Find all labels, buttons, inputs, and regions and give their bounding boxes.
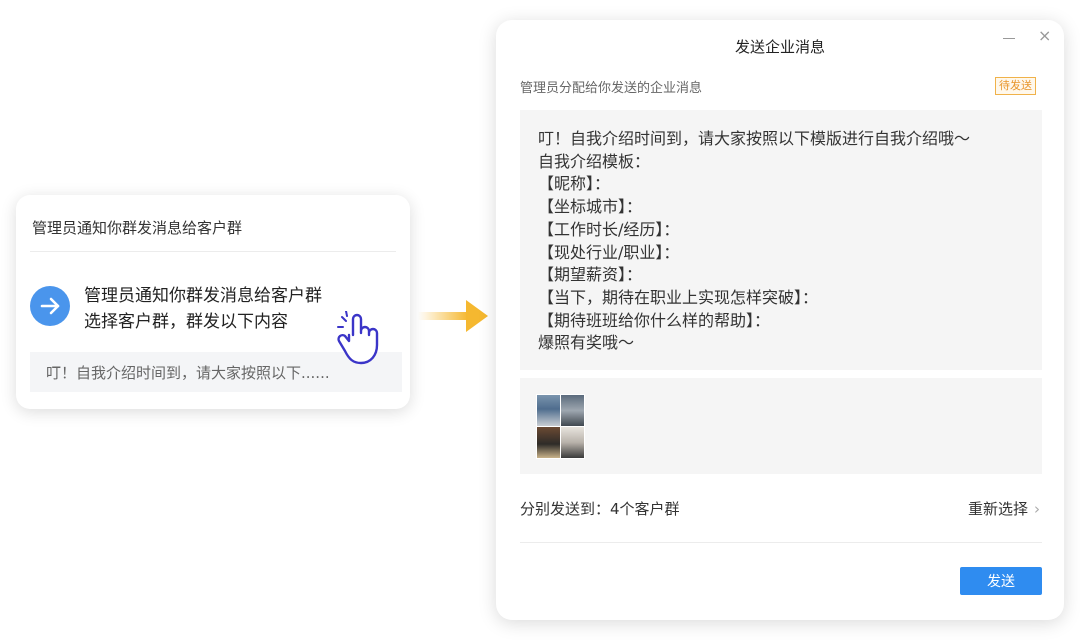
hand-pointer-icon [337, 311, 379, 365]
close-icon[interactable]: × [1038, 28, 1051, 44]
dialog-subtitle: 管理员分配给你发送的企业消息 [520, 81, 703, 96]
notification-divider [30, 251, 396, 252]
send-to-label: 分别发送到：4个客户群 [520, 500, 680, 518]
chevron-right-icon: › [1034, 500, 1040, 518]
reselect-label: 重新选择 [967, 500, 1028, 518]
status-badge: 待发送 [995, 77, 1036, 95]
thumbnail-photo [536, 394, 561, 427]
thumbnail-photo [560, 426, 585, 459]
send-button[interactable]: 发送 [960, 567, 1042, 595]
notification-header: 管理员通知你群发消息给客户群 [32, 219, 243, 237]
message-lines: 叮！自我介绍时间到，请大家按照以下模版进行自我介绍哦～ 自我介绍模板： 【昵称】… [538, 128, 970, 355]
notification-preview-text: 叮！自我介绍时间到，请大家按照以下...... [46, 364, 330, 382]
reselect-button[interactable]: 重新选择 › [968, 498, 1040, 519]
message-line: 【期望薪资】： [538, 265, 643, 285]
message-line: 【昵称】： [538, 174, 611, 194]
footer-divider [520, 542, 1042, 543]
message-line: 【工作时长/经历】： [538, 219, 680, 239]
message-line: 【坐标城市】： [538, 197, 643, 217]
message-content-box: 叮！自我介绍时间到，请大家按照以下模版进行自我介绍哦～ 自我介绍模板： 【昵称】… [520, 110, 1042, 370]
message-line: 爆照有奖哦～ [538, 333, 635, 353]
message-line: 叮！自我介绍时间到，请大家按照以下模版进行自我介绍哦～ [538, 129, 971, 148]
send-message-dialog: 发送企业消息 × 管理员分配给你发送的企业消息 待发送 叮！自我介绍时间到，请大… [496, 20, 1064, 620]
thumbnail-photo [560, 394, 585, 427]
notification-title: 管理员通知你群发消息给客户群 [84, 286, 322, 306]
thumbnail-photo [536, 426, 561, 459]
arrow-right-icon [30, 286, 70, 326]
message-line: 【现处行业/职业】： [538, 242, 680, 262]
message-line: 自我介绍模板： [538, 151, 651, 171]
message-line: 【期待班班给你什么样的帮助】： [538, 310, 771, 330]
minimize-icon[interactable] [1002, 32, 1016, 46]
notification-instruction: 选择客户群，群发以下内容 [84, 312, 288, 332]
image-attachment-thumbnail[interactable] [536, 394, 585, 459]
dialog-title: 发送企业消息 [734, 38, 825, 56]
notification-card[interactable]: 管理员通知你群发消息给客户群 管理员通知你群发消息给客户群 选择客户群，群发以下… [16, 195, 410, 409]
stage: 管理员通知你群发消息给客户群 管理员通知你群发消息给客户群 选择客户群，群发以下… [0, 0, 1080, 643]
attachment-box [520, 378, 1042, 474]
connector-arrow-icon [418, 300, 488, 332]
message-line: 【当下，期待在职业上实现怎样突破】： [538, 287, 819, 307]
